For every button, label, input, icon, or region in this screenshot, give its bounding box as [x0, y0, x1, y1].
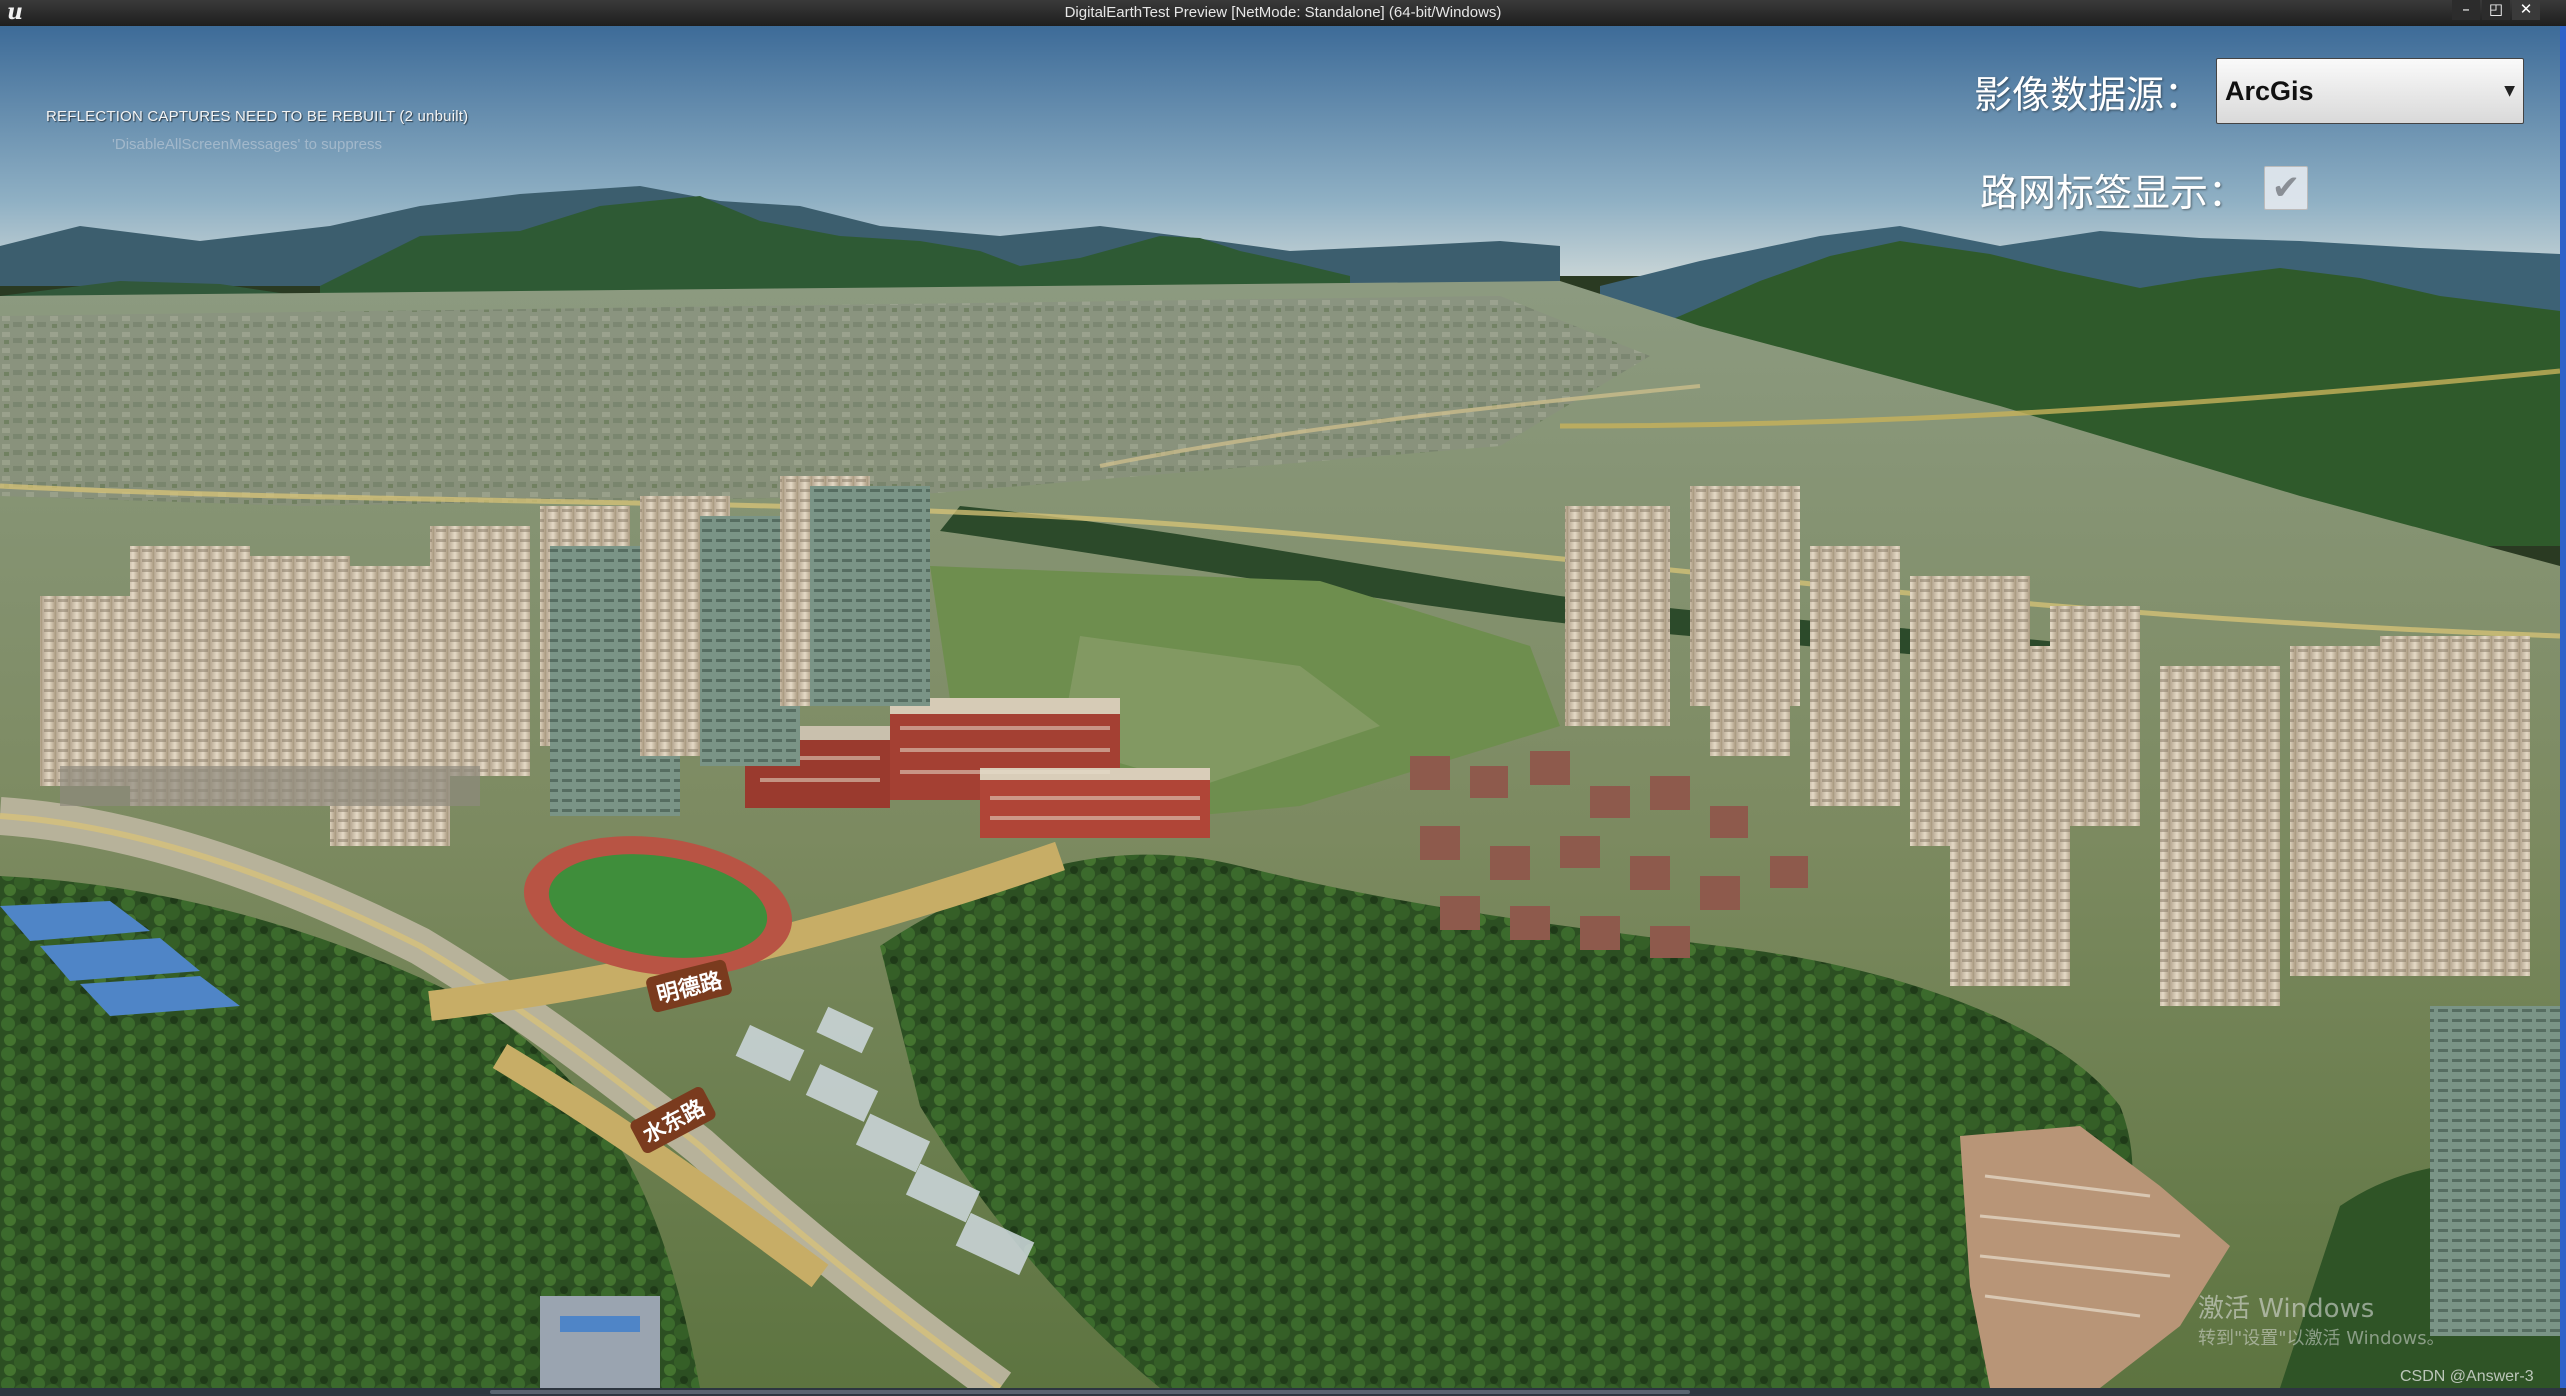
window-title-bar: u DigitalEarthTest Preview [NetMode: Sta…	[0, 0, 2566, 26]
window-right-edge	[2560, 26, 2566, 1388]
debug-message-reflection: REFLECTION CAPTURES NEED TO BE REBUILT (…	[46, 108, 469, 125]
window-buttons: – ◰ ✕	[2452, 0, 2540, 26]
road-label-toggle-checkbox[interactable]: ✔	[2264, 166, 2308, 210]
road-label-toggle-label: 路网标签显示：	[1980, 171, 2247, 215]
bottom-scrollbar[interactable]	[0, 1388, 2566, 1396]
imagery-source-selected: ArcGis	[2225, 76, 2314, 106]
3d-map-viewport[interactable]: REFLECTION CAPTURES NEED TO BE REBUILT (…	[0, 26, 2560, 1388]
checkmark-icon: ✔	[2271, 168, 2301, 208]
close-button[interactable]: ✕	[2512, 0, 2540, 20]
terrain-scene	[0, 26, 2560, 1388]
imagery-source-dropdown[interactable]: ArcGis ▼	[2216, 58, 2524, 124]
restore-button[interactable]: ◰	[2482, 0, 2510, 20]
dropdown-arrow-icon: ▼	[2504, 83, 2515, 99]
scrollbar-thumb[interactable]	[490, 1390, 1690, 1394]
imagery-source-label: 影像数据源：	[1974, 73, 2203, 117]
window-title: DigitalEarthTest Preview [NetMode: Stand…	[1064, 4, 1502, 21]
csdn-credit: CSDN @Answer-3	[2400, 1368, 2534, 1385]
minimize-button[interactable]: –	[2452, 0, 2480, 20]
activation-watermark-title: 激活 Windows	[2198, 1294, 2375, 1324]
activation-watermark-hint: 转到"设置"以激活 Windows。	[2198, 1328, 2445, 1349]
debug-message-suppress-hint: 'DisableAllScreenMessages' to suppress	[112, 136, 383, 153]
